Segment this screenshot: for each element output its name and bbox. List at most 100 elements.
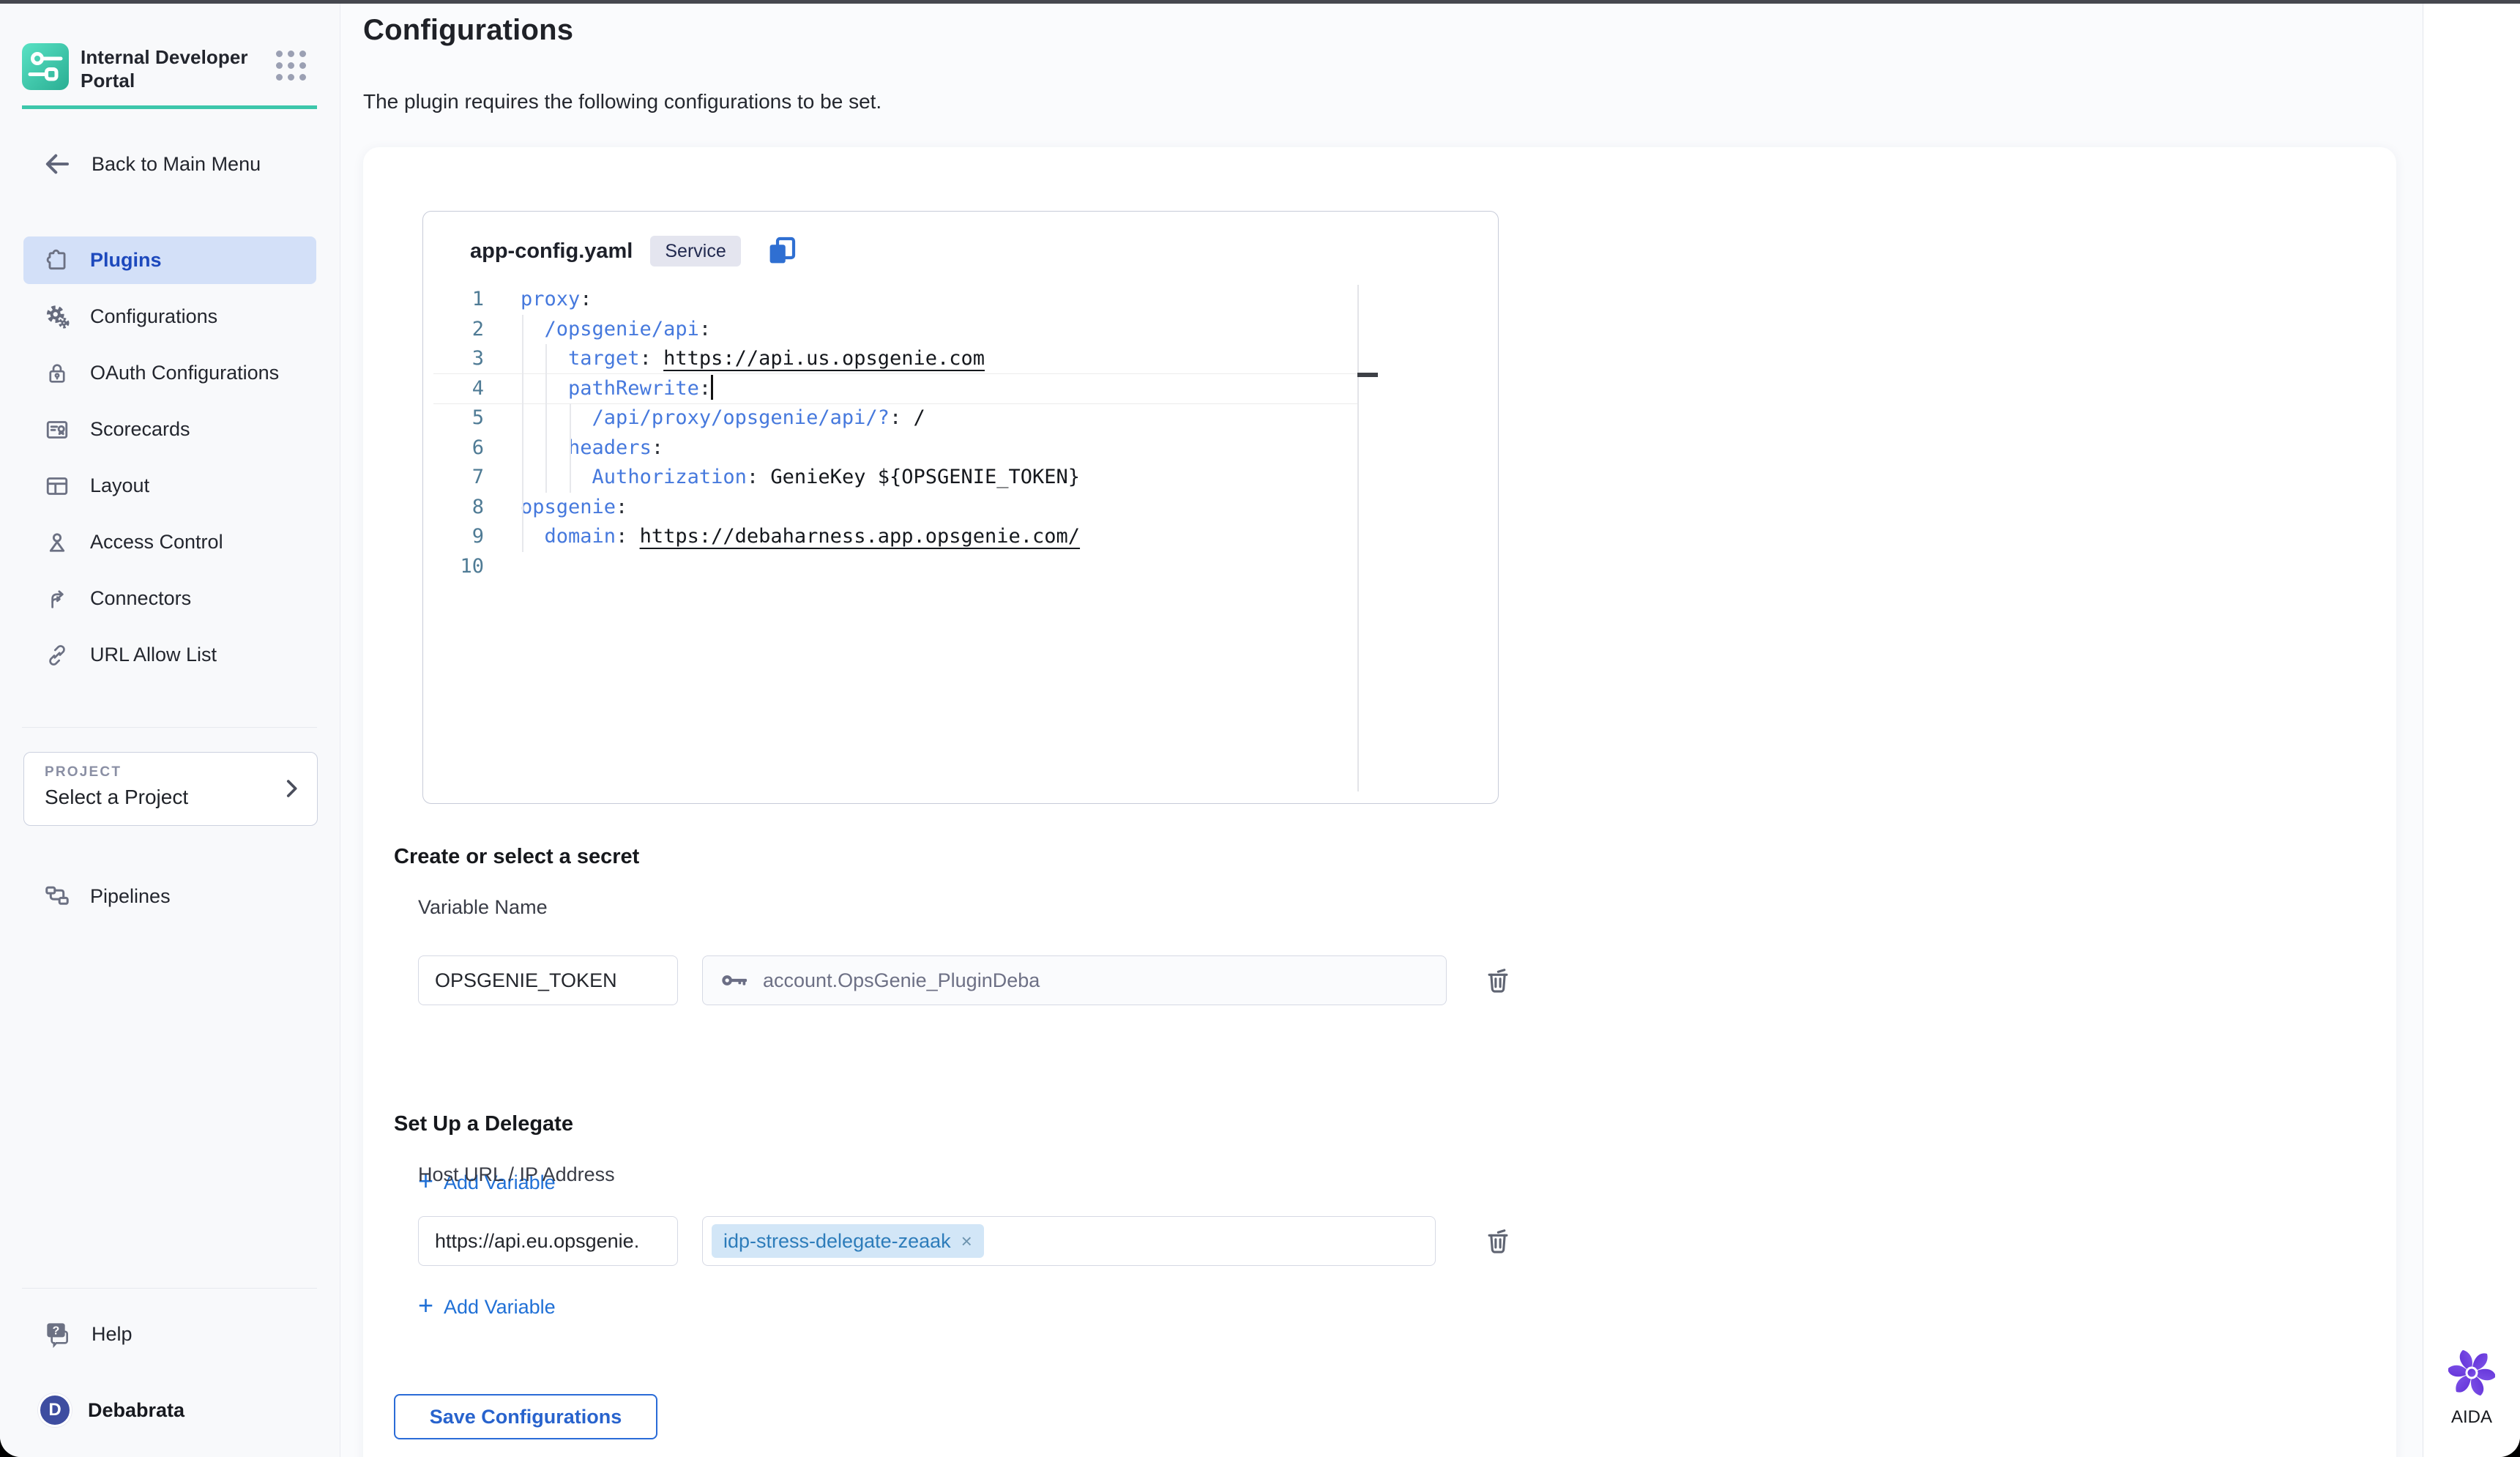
line-number: 8 bbox=[423, 493, 484, 523]
code-line[interactable]: 4 pathRewrite: bbox=[423, 374, 1486, 404]
right-rail: AIDA bbox=[2423, 4, 2520, 1457]
project-value: Select a Project bbox=[45, 786, 317, 809]
project-label: PROJECT bbox=[45, 764, 317, 780]
pipelines-icon bbox=[43, 882, 71, 910]
line-number: 9 bbox=[423, 522, 484, 552]
editor-header: app-config.yaml Service bbox=[470, 234, 799, 269]
chevron-right-icon bbox=[279, 776, 304, 801]
layout-icon bbox=[43, 472, 71, 500]
plus-icon: + bbox=[418, 1292, 433, 1319]
close-icon[interactable]: × bbox=[961, 1231, 972, 1251]
lock-icon bbox=[43, 359, 71, 387]
sidebar-item-plugins[interactable]: Plugins bbox=[23, 236, 316, 284]
delegate-section-heading: Set Up a Delegate bbox=[394, 1112, 573, 1136]
service-badge: Service bbox=[650, 236, 740, 267]
page-title: Configurations bbox=[363, 14, 573, 47]
indent-guide bbox=[522, 315, 523, 552]
code-line[interactable]: 1proxy: bbox=[423, 285, 1486, 315]
line-number: 6 bbox=[423, 433, 484, 463]
sidebar-item-access-control[interactable]: Access Control bbox=[23, 518, 316, 566]
save-configurations-button[interactable]: Save Configurations bbox=[394, 1394, 657, 1439]
delegate-row: idp-stress-delegate-zeaak × bbox=[418, 1216, 1436, 1266]
sidebar-item-label: OAuth Configurations bbox=[90, 362, 279, 384]
delegate-tags-input[interactable]: idp-stress-delegate-zeaak × bbox=[702, 1216, 1436, 1266]
project-selector[interactable]: PROJECT Select a Project bbox=[23, 752, 318, 826]
code-line[interactable]: 6 headers: bbox=[423, 433, 1486, 463]
sidebar-divider bbox=[22, 727, 317, 728]
code-line[interactable]: 8opsgenie: bbox=[423, 493, 1486, 523]
help-label: Help bbox=[92, 1323, 133, 1346]
line-number: 2 bbox=[423, 315, 484, 345]
key-icon bbox=[719, 969, 750, 992]
sidebar-item-label: Scorecards bbox=[90, 418, 190, 441]
indent-guide bbox=[570, 403, 571, 493]
sidebar-item-label: Layout bbox=[90, 474, 149, 497]
main-content: Configurations The plugin requires the f… bbox=[341, 4, 2422, 1457]
overview-ruler bbox=[1357, 285, 1359, 791]
sidebar-item-pipelines[interactable]: Pipelines bbox=[23, 873, 171, 919]
connector-icon bbox=[43, 585, 71, 613]
scorecard-icon bbox=[43, 416, 71, 444]
sidebar-item-configurations[interactable]: Configurations bbox=[23, 293, 316, 340]
trash-icon bbox=[1482, 1225, 1514, 1257]
secret-section-heading: Create or select a secret bbox=[394, 845, 639, 869]
brand-title: Internal Developer Portal bbox=[81, 46, 268, 92]
editor-filename: app-config.yaml bbox=[470, 239, 633, 264]
code-line[interactable]: 2 /opsgenie/api: bbox=[423, 315, 1486, 345]
gears-icon bbox=[43, 303, 71, 331]
host-url-label: Host URL / IP Address bbox=[418, 1163, 615, 1186]
user-menu[interactable]: D Debabrata bbox=[23, 1387, 184, 1433]
delegate-tag-chip: idp-stress-delegate-zeaak × bbox=[712, 1224, 984, 1258]
overview-ruler-cursor-mark bbox=[1357, 373, 1378, 377]
indent-guide bbox=[545, 344, 547, 493]
person-icon bbox=[43, 529, 71, 556]
code-line[interactable]: 5 /api/proxy/opsgenie/api/?: / bbox=[423, 403, 1486, 433]
aida-assistant-button[interactable]: AIDA bbox=[2423, 1349, 2520, 1428]
pipelines-label: Pipelines bbox=[90, 885, 171, 908]
sidebar-item-label: URL Allow List bbox=[90, 644, 217, 666]
delete-secret-row-button[interactable] bbox=[1482, 964, 1514, 999]
sidebar: Internal Developer Portal Back to Main M… bbox=[0, 4, 340, 1457]
app-window: Internal Developer Portal Back to Main M… bbox=[0, 0, 2520, 1457]
window-top-bar bbox=[0, 0, 2520, 4]
back-to-main-menu[interactable]: Back to Main Menu bbox=[42, 149, 261, 179]
add-variable-delegate[interactable]: + Add Variable bbox=[418, 1295, 556, 1319]
arrow-left-icon bbox=[42, 149, 72, 179]
sidebar-item-label: Connectors bbox=[90, 587, 191, 610]
back-label: Back to Main Menu bbox=[92, 153, 261, 176]
sidebar-nav: Plugins Configurations bbox=[0, 236, 340, 687]
copy-icon bbox=[764, 234, 799, 269]
yaml-editor[interactable]: app-config.yaml Service 1proxy:2 /opsgen… bbox=[422, 211, 1499, 804]
sidebar-item-oauth-configurations[interactable]: OAuth Configurations bbox=[23, 349, 316, 397]
sidebar-item-scorecards[interactable]: Scorecards bbox=[23, 406, 316, 453]
copy-button[interactable] bbox=[764, 234, 799, 269]
sidebar-item-label: Configurations bbox=[90, 305, 217, 328]
code-line[interactable]: 7 Authorization: GenieKey ${OPSGENIE_TOK… bbox=[423, 463, 1486, 493]
code-line[interactable]: 10 bbox=[423, 552, 1486, 582]
sidebar-item-label: Access Control bbox=[90, 531, 223, 554]
line-number: 5 bbox=[423, 403, 484, 433]
variable-name-input[interactable] bbox=[418, 955, 678, 1005]
secret-row: account.OpsGenie_PluginDeba bbox=[418, 955, 1447, 1005]
idp-logo-icon bbox=[22, 43, 69, 90]
sidebar-item-url-allow-list[interactable]: URL Allow List bbox=[23, 631, 316, 679]
code-line[interactable]: 3 target: https://api.us.opsgenie.com bbox=[423, 344, 1486, 374]
delete-delegate-row-button[interactable] bbox=[1482, 1225, 1514, 1259]
code-lines[interactable]: 1proxy:2 /opsgenie/api:3 target: https:/… bbox=[423, 285, 1486, 581]
secret-reference-select[interactable]: account.OpsGenie_PluginDeba bbox=[702, 955, 1447, 1005]
trash-icon bbox=[1482, 964, 1514, 996]
link-icon bbox=[43, 641, 71, 669]
sidebar-item-connectors[interactable]: Connectors bbox=[23, 575, 316, 622]
sidebar-item-label: Plugins bbox=[90, 249, 162, 272]
help-button[interactable]: ? Help bbox=[23, 1311, 133, 1357]
user-name: Debabrata bbox=[88, 1399, 184, 1422]
text-cursor bbox=[711, 375, 713, 400]
variable-name-label: Variable Name bbox=[418, 896, 548, 919]
sidebar-item-layout[interactable]: Layout bbox=[23, 462, 316, 510]
configurations-panel: app-config.yaml Service 1proxy:2 /opsgen… bbox=[363, 147, 2396, 1457]
code-line[interactable]: 9 domain: https://debaharness.app.opsgen… bbox=[423, 522, 1486, 552]
grid-apps-icon[interactable] bbox=[276, 51, 306, 81]
avatar: D bbox=[38, 1393, 72, 1427]
host-url-input[interactable] bbox=[418, 1216, 678, 1266]
page-description: The plugin requires the following config… bbox=[363, 90, 881, 113]
